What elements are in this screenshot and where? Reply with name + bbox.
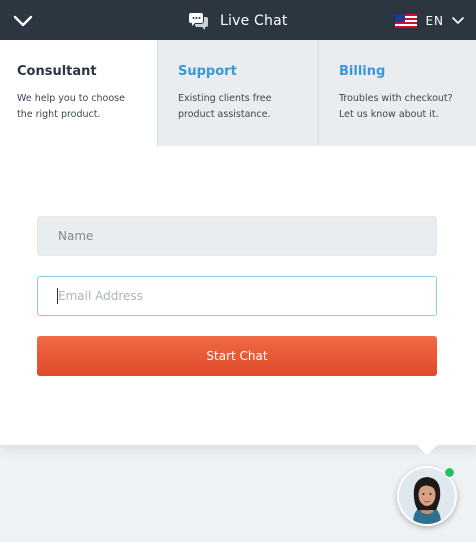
chat-bubbles-icon [189,13,208,30]
chevron-down-icon [13,15,33,27]
chat-title: Live Chat [220,13,288,29]
tab-title: Billing [339,64,386,79]
chevron-down-icon [452,17,464,24]
tab-description-line: Troubles with checkout? [339,93,453,104]
department-tabs: Consultant We help you to choose the rig… [0,40,476,146]
tab-description-line: Let us know about it. [339,109,439,120]
tab-description-line: the right product. [17,109,101,120]
tab-description: Existing clients free product assistance… [178,91,318,123]
tab-description-line: Existing clients free [178,93,272,104]
text-cursor [57,288,58,304]
chat-header: Live Chat EN [0,0,476,40]
us-flag-icon [395,14,418,28]
name-input[interactable] [37,216,437,256]
online-status-dot [444,467,455,478]
tab-consultant[interactable]: Consultant We help you to choose the rig… [0,40,157,146]
chat-panel: Consultant We help you to choose the rig… [0,40,476,445]
tab-description: We help you to choose the right product. [17,91,157,123]
email-input[interactable] [37,276,437,316]
collapse-button[interactable] [8,8,38,34]
tab-billing[interactable]: Billing Troubles with checkout? Let us k… [318,40,476,146]
tab-title: Consultant [17,64,97,79]
language-selector[interactable]: EN [395,9,464,33]
tab-support[interactable]: Support Existing clients free product as… [157,40,318,146]
language-code: EN [425,14,444,28]
tab-description-line: We help you to choose [17,93,125,104]
tab-title: Support [178,64,237,79]
start-chat-button[interactable]: Start Chat [37,336,437,376]
tab-description: Troubles with checkout? Let us know abou… [339,91,476,123]
tab-description-line: product assistance. [178,109,271,120]
header-title-group: Live Chat [188,8,288,34]
speech-pointer [417,445,437,455]
